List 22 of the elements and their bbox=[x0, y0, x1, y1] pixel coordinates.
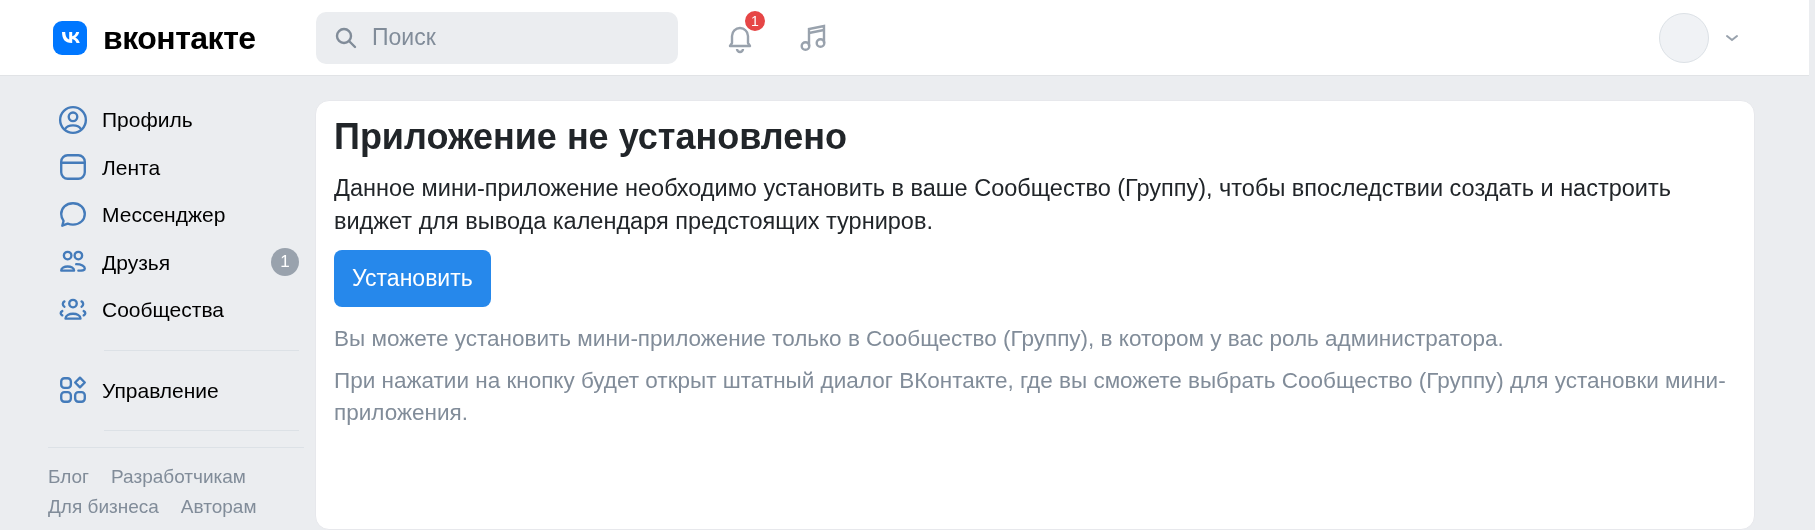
logo-icon[interactable] bbox=[53, 20, 87, 55]
note-text: Вы можете установить мини-приложение только в Сообщество (Группу), в котором у вас роль администратора. bbox=[334, 324, 1505, 353]
count-badge: 1 bbox=[271, 248, 299, 277]
sidebar-item[interactable]: Мессенджер bbox=[48, 191, 299, 239]
install-button[interactable]: Установить bbox=[334, 250, 491, 307]
description-text: Данное мини-приложение необходимо установить в ваше Сообщество (Группу), чтобы впоследствии создать и настроить виджет для вывода календаря предстоящих турниров. bbox=[334, 174, 1672, 237]
chevron-down-icon[interactable] bbox=[1725, 32, 1739, 43]
sidebar-item[interactable]: Управление bbox=[48, 366, 299, 414]
sidebar-item[interactable]: Сообщества bbox=[48, 286, 299, 334]
search-field[interactable]: Поиск bbox=[316, 11, 678, 64]
page-title: Приложение не установлено bbox=[334, 115, 848, 159]
sidebar-item[interactable]: Профиль bbox=[48, 96, 299, 144]
window-icon bbox=[58, 152, 88, 183]
note-text: При нажатии на кнопку будет открыт штатный диалог ВКонтакте, где вы сможете выбрать Сообщество (Группу) для установки мини-приложения. bbox=[334, 366, 1727, 427]
grid-icon bbox=[58, 375, 88, 406]
notification-badge: 1 bbox=[743, 8, 767, 33]
sidebar-item[interactable]: Друзья 1 bbox=[48, 238, 299, 286]
search-icon bbox=[334, 25, 358, 50]
person-circle-icon bbox=[58, 104, 88, 135]
sidebar-item[interactable]: Лента bbox=[48, 143, 299, 191]
logo-text[interactable]: вконтакте bbox=[103, 13, 256, 62]
speech-bubble-icon bbox=[58, 199, 88, 230]
